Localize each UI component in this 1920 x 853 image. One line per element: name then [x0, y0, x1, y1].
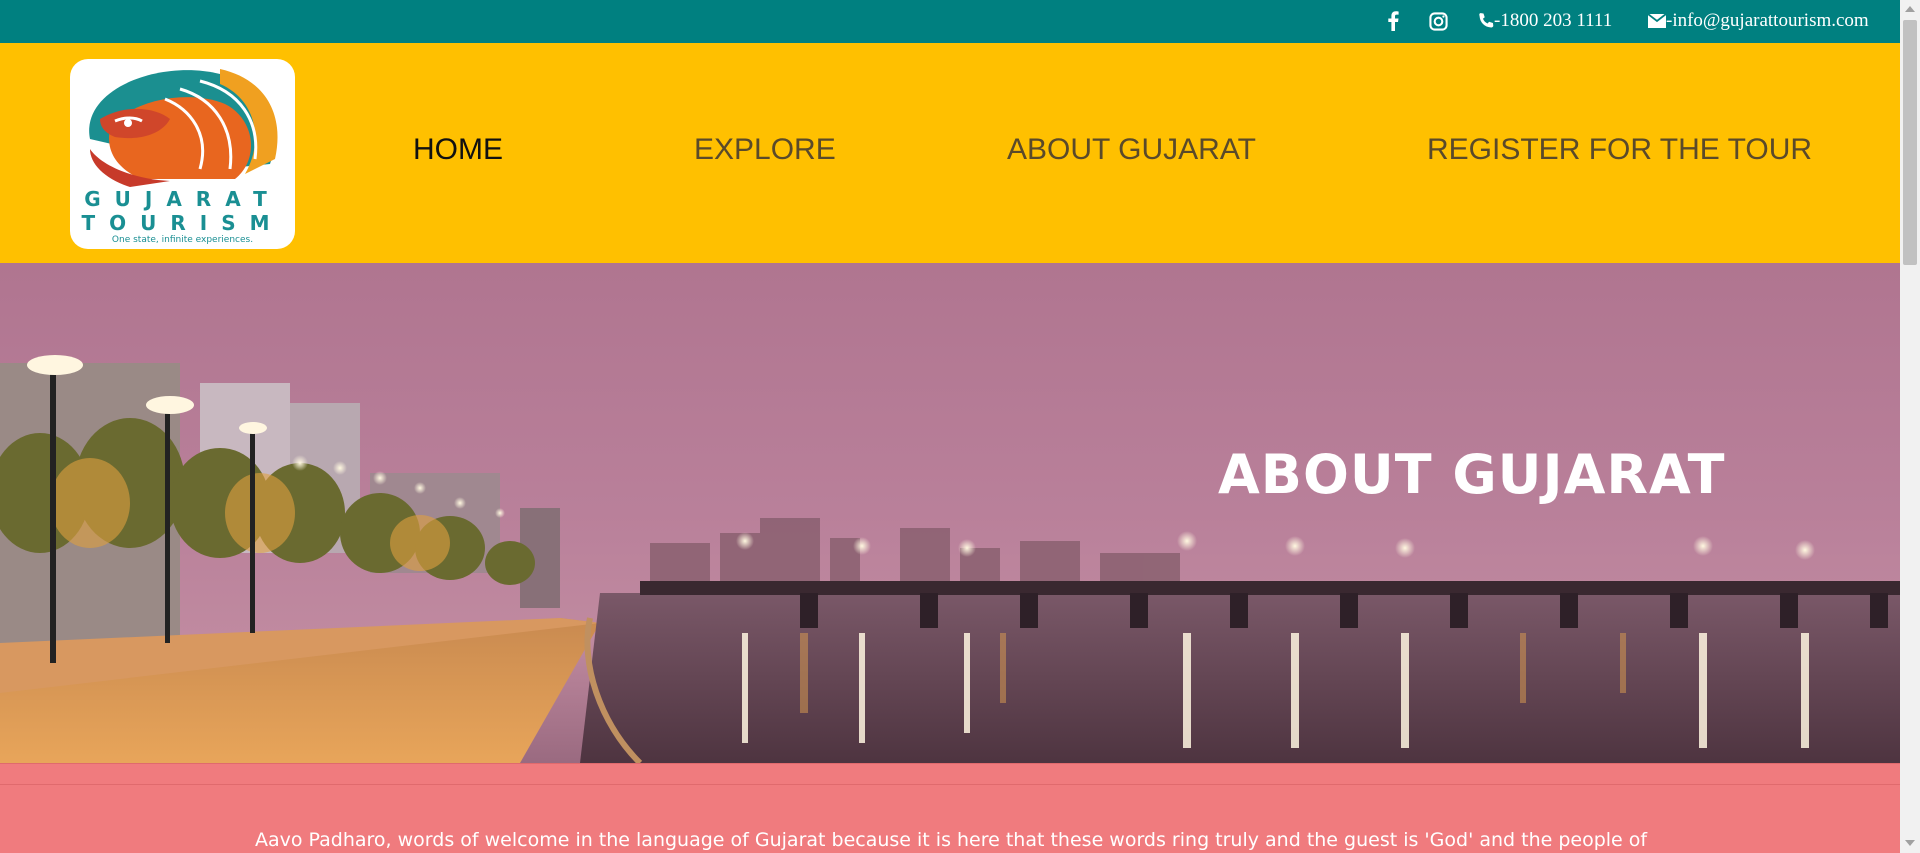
- envelope-icon: [1646, 10, 1668, 32]
- vertical-scrollbar[interactable]: [1900, 0, 1920, 853]
- nav-explore[interactable]: EXPLORE: [694, 133, 836, 167]
- section-divider: [0, 784, 1900, 785]
- site-logo[interactable]: GUJARAT TOURISM One state, infinite expe…: [70, 59, 295, 249]
- intro-section: Aavo Padharo, words of welcome in the la…: [0, 763, 1900, 853]
- riverfront-night-image: [0, 263, 1900, 763]
- facebook-icon[interactable]: [1382, 10, 1404, 32]
- lion-emblem-icon: [89, 69, 278, 187]
- hero-title: ABOUT GUJARAT: [1218, 443, 1726, 506]
- intro-paragraph: Aavo Padharo, words of welcome in the la…: [255, 829, 1648, 851]
- page: -1800 203 1111 -info@gujarattourism.com: [0, 0, 1920, 853]
- nav-home[interactable]: HOME: [413, 133, 503, 167]
- email-link[interactable]: -info@gujarattourism.com: [1666, 10, 1869, 32]
- instagram-icon[interactable]: [1427, 10, 1449, 32]
- logo-tagline: One state, infinite experiences.: [111, 235, 254, 245]
- nav-register-tour[interactable]: REGISTER FOR THE TOUR: [1427, 133, 1812, 167]
- scroll-down-icon[interactable]: [1905, 840, 1915, 846]
- site-header: GUJARAT TOURISM One state, infinite expe…: [0, 43, 1900, 263]
- contact-bar: -1800 203 1111 -info@gujarattourism.com: [0, 0, 1900, 43]
- scroll-thumb[interactable]: [1903, 20, 1917, 265]
- nav-about-gujarat[interactable]: ABOUT GUJARAT: [1007, 133, 1256, 167]
- phone-number[interactable]: -1800 203 1111: [1494, 10, 1612, 32]
- hero-banner: ABOUT GUJARAT: [0, 263, 1900, 763]
- logo-word-gujarat: GUJARAT: [84, 187, 281, 211]
- scroll-up-icon[interactable]: [1905, 6, 1915, 12]
- logo-word-tourism: TOURISM: [81, 211, 284, 235]
